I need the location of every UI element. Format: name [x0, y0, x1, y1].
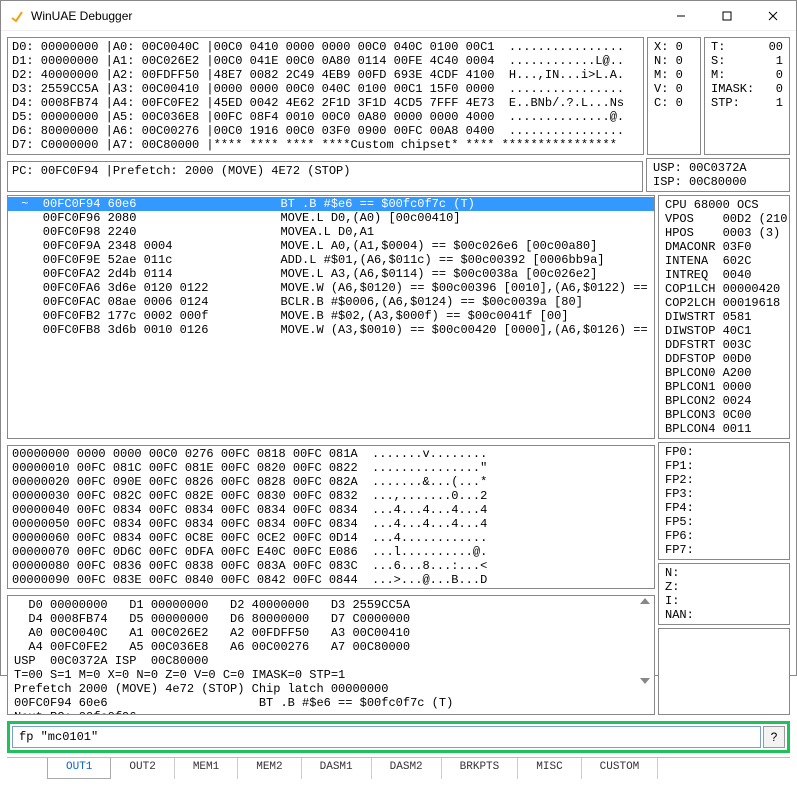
window-controls: [658, 1, 796, 31]
custom-registers-panel: CPU 68000 OCS VPOS 00D2 (210) HPOS 0003 …: [658, 195, 790, 439]
fpu-flags-panel: N: Z: I: NAN:: [658, 563, 790, 625]
scroll-down-icon[interactable]: [640, 678, 650, 684]
disasm-line[interactable]: 00FC0F96 2080 MOVE.L D0,(A0) [00c00410]: [8, 211, 654, 225]
disassembly-panel[interactable]: ~ 00FC0F94 60e6 BT .B #$e6 == $00fc0f7c …: [7, 195, 655, 439]
app-icon: [9, 8, 25, 24]
maximize-button[interactable]: [704, 1, 750, 31]
tab-dasm1[interactable]: DASM1: [302, 758, 372, 779]
disasm-line[interactable]: 00FC0FA2 2d4b 0114 MOVE.L A3,(A6,$0114) …: [8, 267, 654, 281]
tab-bar: OUT1OUT2MEM1MEM2DASM1DASM2BRKPTSMISCCUST…: [7, 757, 790, 779]
usp-isp-panel: USP: 00C0372A ISP: 00C80000: [646, 158, 790, 192]
fpu-registers-panel: FP0: FP1: FP2: FP3: FP4: FP5: FP6: FP7:: [658, 442, 790, 560]
close-button[interactable]: [750, 1, 796, 31]
tab-misc[interactable]: MISC: [518, 758, 581, 779]
command-row: ?: [7, 721, 790, 753]
disasm-line[interactable]: 00FC0FA6 3d6e 0120 0122 MOVE.W (A6,$0120…: [8, 281, 654, 295]
disasm-line[interactable]: 00FC0F9E 52ae 011c ADD.L #$01,(A6,$011c)…: [8, 253, 654, 267]
tab-brkpts[interactable]: BRKPTS: [442, 758, 519, 779]
pc-line: PC: 00FC0F94 |Prefetch: 2000 (MOVE) 4E72…: [7, 161, 643, 192]
console-output[interactable]: D0 00000000 D1 00000000 D2 40000000 D3 2…: [7, 595, 655, 715]
minimize-button[interactable]: [658, 1, 704, 31]
disasm-line[interactable]: 00FC0FB2 177c 0002 000f MOVE.B #$02,(A3,…: [8, 309, 654, 323]
scroll-up-icon[interactable]: [640, 598, 650, 604]
tab-mem1[interactable]: MEM1: [175, 758, 238, 779]
memory-dump-panel[interactable]: 00000000 0000 0000 00C0 0276 00FC 0818 0…: [7, 445, 655, 589]
disasm-line[interactable]: 00FC0FAC 08ae 0006 0124 BCLR.B #$0006,(A…: [8, 295, 654, 309]
disasm-line[interactable]: 00FC0F98 2240 MOVEA.L D0,A1: [8, 225, 654, 239]
register-panel: D0: 00000000 |A0: 00C0040C |00C0 0410 00…: [7, 37, 644, 155]
tab-out2[interactable]: OUT2: [111, 758, 174, 779]
flags-xnmvc: X: 0 N: 0 M: 0 V: 0 C: 0: [647, 37, 701, 155]
disasm-line[interactable]: 00FC0FB8 3d6b 0010 0126 MOVE.W (A3,$0010…: [8, 323, 654, 337]
tab-mem2[interactable]: MEM2: [238, 758, 301, 779]
command-input[interactable]: [12, 726, 761, 748]
titlebar: WinUAE Debugger: [1, 1, 796, 31]
disasm-line[interactable]: 00FC0F9A 2348 0004 MOVE.L A0,(A1,$0004) …: [8, 239, 654, 253]
tab-dasm2[interactable]: DASM2: [372, 758, 442, 779]
flags-tsm: T: 00 S: 1 M: 0 IMASK: 0 STP: 1: [704, 37, 790, 155]
help-button[interactable]: ?: [763, 726, 785, 748]
tab-out1[interactable]: OUT1: [47, 758, 111, 779]
disasm-line[interactable]: ~ 00FC0F94 60e6 BT .B #$e6 == $00fc0f7c …: [8, 197, 654, 211]
window-title: WinUAE Debugger: [31, 9, 132, 23]
blank-panel: [658, 628, 790, 715]
tab-custom[interactable]: CUSTOM: [582, 758, 659, 779]
